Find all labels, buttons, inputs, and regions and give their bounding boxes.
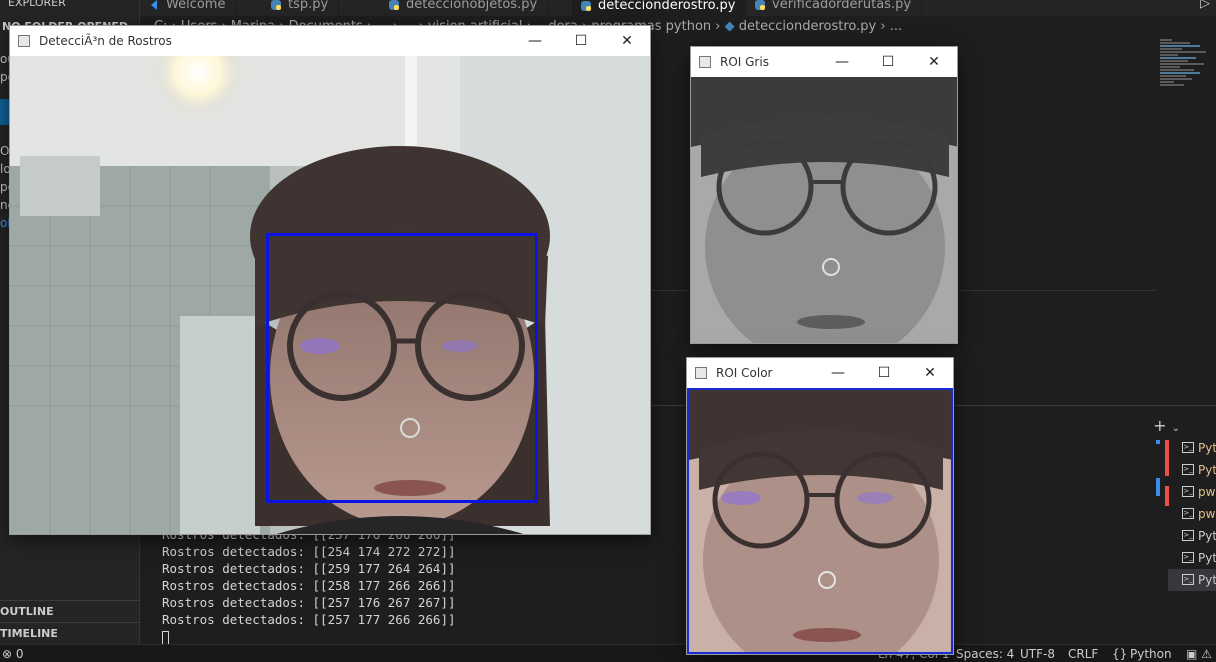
encoding-indicator[interactable]: UTF-8 <box>1020 645 1055 662</box>
terminal-instance-list: >_Python >_Python >_pwsh >_pwsh >_Python… <box>1168 437 1216 591</box>
terminal-line: Rostros detectados: [[258 177 266 266]] <box>162 578 456 593</box>
terminal-instance[interactable]: >_Python <box>1168 525 1216 547</box>
desktop-screen: EXPLORER NO FOLDER OPENED ou pe Op lo pe… <box>0 0 1216 662</box>
timeline-section[interactable]: TIMELINE <box>0 622 140 644</box>
terminal-cursor <box>162 630 169 645</box>
python-file-icon: ◆ <box>724 19 735 34</box>
python-file-icon <box>271 0 281 10</box>
tab-label: deteccionderostro.py <box>598 0 736 13</box>
tab-label: deteccionobjetos.py <box>406 0 538 12</box>
terminal-output[interactable]: Rostros detectados: [[257 176 266 266]]R… <box>162 526 456 645</box>
braces-icon[interactable]: {} <box>1112 645 1127 662</box>
terminal-instance[interactable]: >_Python <box>1168 547 1216 569</box>
tab-label: tsp.py <box>288 0 329 12</box>
close-button[interactable]: ✕ <box>604 26 650 56</box>
breadcrumb-tail[interactable]: › ... <box>880 19 902 34</box>
new-terminal-button[interactable]: + ⌄ <box>1153 416 1180 435</box>
run-icon[interactable]: ▷ <box>1200 0 1210 11</box>
window-titlebar[interactable]: DetecciÃ³n de Rostros — ☐ ✕ <box>10 26 650 56</box>
python-file-icon <box>755 0 765 10</box>
terminal-icon: >_ <box>1182 486 1194 497</box>
status-bar: ⊗ 0 Ln 47, Col 1 Spaces: 4 UTF-8 CRLF {}… <box>0 644 1216 662</box>
terminal-icon: >_ <box>1182 574 1194 585</box>
maximize-button[interactable]: ☐ <box>558 26 604 56</box>
roi-gray-window: ROI Gris — ☐ ✕ <box>690 46 958 344</box>
terminal-icon: >_ <box>1182 464 1194 475</box>
eol-indicator[interactable]: CRLF <box>1068 645 1098 662</box>
close-button[interactable]: ✕ <box>907 358 953 388</box>
roi-color-image <box>689 390 951 652</box>
roi-color-window: ROI Color — ☐ ✕ <box>686 357 954 655</box>
roi-color-image-area <box>687 388 953 654</box>
notifications-icon[interactable]: ▣ ⚠ <box>1186 645 1212 662</box>
webcam-frame <box>10 56 650 534</box>
tab-deteccionobjetos[interactable]: deteccionobjetos.py <box>380 0 549 16</box>
tab-label: Welcome <box>166 0 226 12</box>
terminal-icon: >_ <box>1182 530 1194 541</box>
terminal-accent <box>1156 478 1160 496</box>
terminal-line: Rostros detectados: [[254 174 272 272]] <box>162 544 456 559</box>
problems-indicator[interactable]: ⊗ 0 <box>2 645 24 662</box>
window-title: ROI Gris <box>720 55 769 69</box>
window-app-icon <box>18 35 30 47</box>
window-title: DetecciÃ³n de Rostros <box>39 34 172 48</box>
face-bounding-box <box>266 233 538 503</box>
window-app-icon <box>695 367 707 379</box>
tab-label: verificadorderutas.py <box>772 0 912 12</box>
terminal-instance[interactable]: >_pwsh <box>1168 503 1216 525</box>
breadcrumb-file[interactable]: deteccionderostro.py <box>739 19 876 34</box>
terminal-instance[interactable]: >_pwsh <box>1168 481 1216 503</box>
roi-gray-image <box>691 77 957 343</box>
language-mode[interactable]: Python <box>1130 645 1172 662</box>
window-titlebar[interactable]: ROI Color — ☐ ✕ <box>687 358 953 388</box>
terminal-line: Rostros detectados: [[257 176 267 267]] <box>162 595 456 610</box>
maximize-button[interactable]: ☐ <box>865 47 911 77</box>
terminal-instance[interactable]: >_Python <box>1168 437 1216 459</box>
terminal-line: Rostros detectados: [[259 177 264 264]] <box>162 561 456 576</box>
minimap[interactable] <box>1160 38 1216 148</box>
tab-deteccionderostro[interactable]: deteccionderostro.py <box>572 0 747 16</box>
terminal-icon: >_ <box>1182 508 1194 519</box>
terminal-icon: >_ <box>1182 442 1194 453</box>
terminal-accent <box>1156 440 1160 444</box>
terminal-line: Rostros detectados: [[257 177 266 266]] <box>162 612 456 627</box>
explorer-header: EXPLORER <box>8 0 66 9</box>
tab-welcome[interactable]: Welcome <box>140 0 237 16</box>
terminal-instance-selected[interactable]: >_Python <box>1168 569 1216 591</box>
tab-tsp[interactable]: tsp.py <box>262 0 340 16</box>
minimize-button[interactable]: — <box>815 358 861 388</box>
window-app-icon <box>699 56 711 68</box>
minimize-button[interactable]: — <box>512 26 558 56</box>
vscode-icon <box>151 0 157 10</box>
window-titlebar[interactable]: ROI Gris — ☐ ✕ <box>691 47 957 77</box>
face-detection-window: DetecciÃ³n de Rostros — ☐ ✕ <box>9 25 651 535</box>
maximize-button[interactable]: ☐ <box>861 358 907 388</box>
chevron-down-icon: ⌄ <box>1171 423 1180 434</box>
python-file-icon <box>389 0 399 10</box>
terminal-instance[interactable]: >_Python <box>1168 459 1216 481</box>
close-button[interactable]: ✕ <box>911 47 957 77</box>
editor-tab-bar: Welcome tsp.py deteccionobjetos.py detec… <box>140 0 1216 16</box>
outline-section[interactable]: OUTLINE <box>0 600 140 622</box>
indentation-indicator[interactable]: Spaces: 4 <box>956 645 1014 662</box>
window-title: ROI Color <box>716 366 773 380</box>
terminal-icon: >_ <box>1182 552 1194 563</box>
python-file-icon <box>581 1 591 11</box>
minimize-button[interactable]: — <box>819 47 865 77</box>
roi-gray-image-area <box>691 77 957 343</box>
tab-verificadorderutas[interactable]: verificadorderutas.py <box>746 0 923 16</box>
